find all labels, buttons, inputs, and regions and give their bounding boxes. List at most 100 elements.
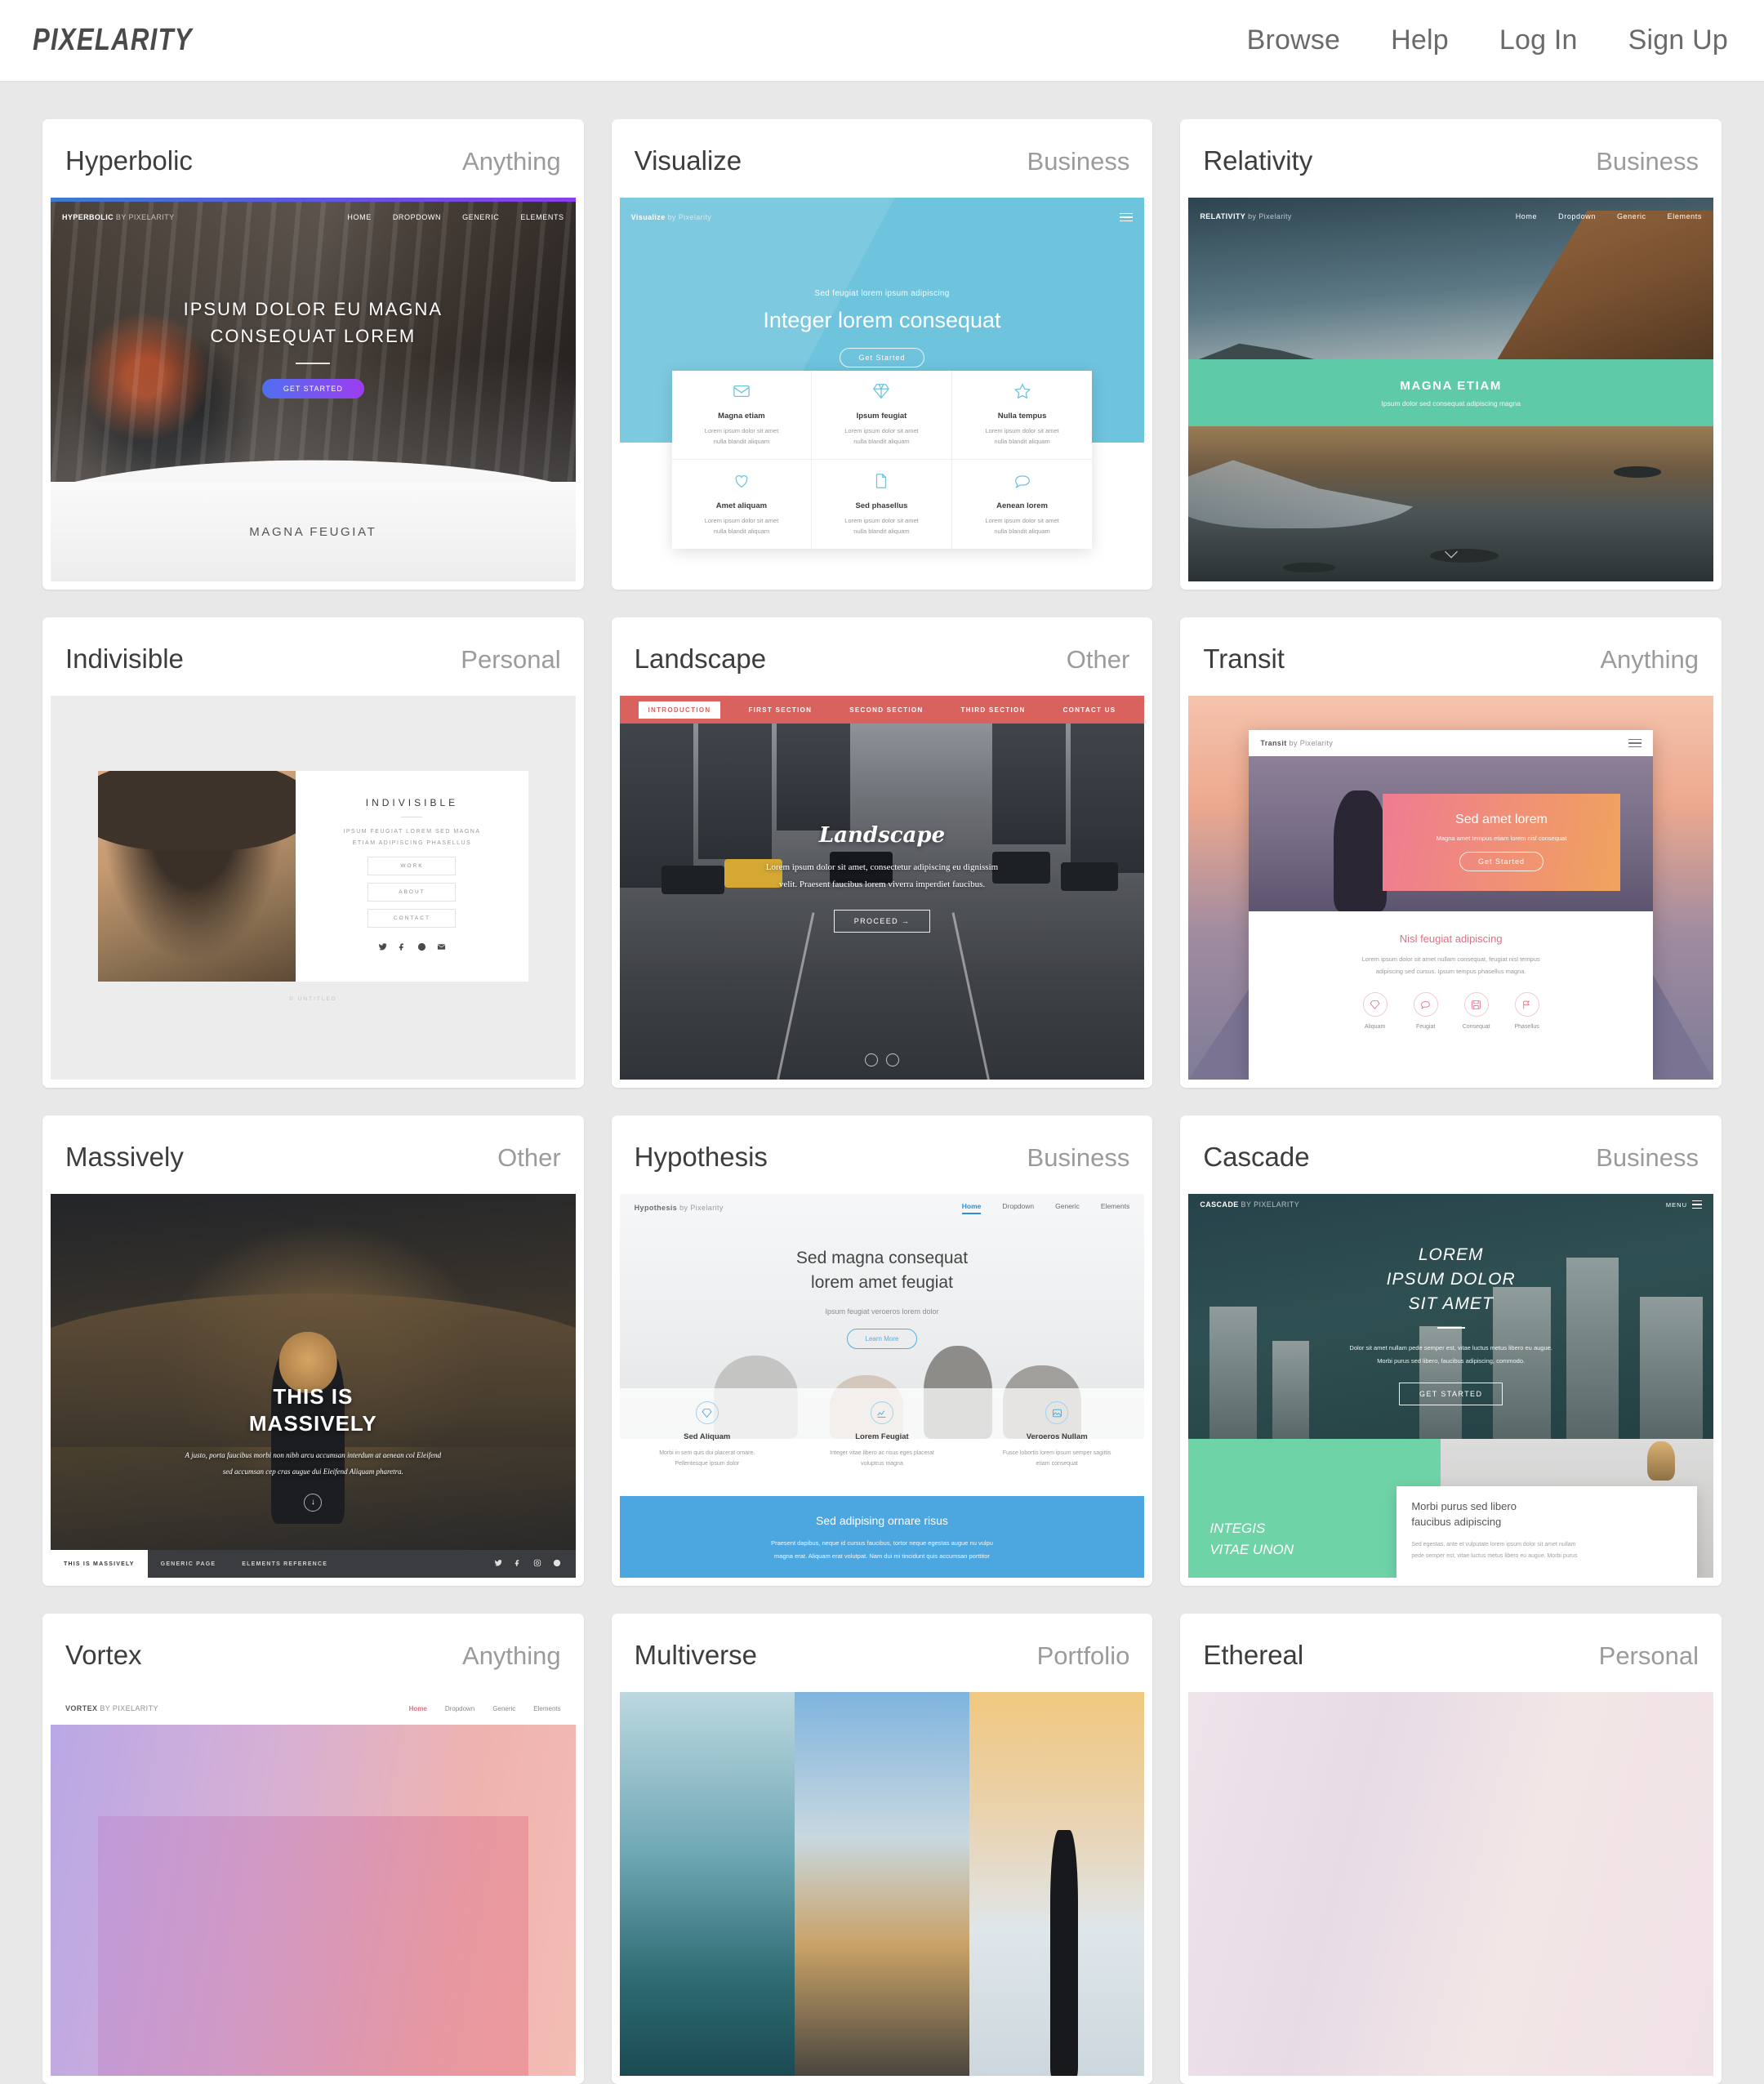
facebook-icon	[514, 1556, 522, 1571]
twitter-icon	[378, 941, 387, 955]
card-title: Hypothesis	[634, 1142, 768, 1172]
feature-title: Sed phasellus	[855, 501, 908, 510]
chat-icon	[1413, 992, 1438, 1017]
thumb-nav-home: Home	[1515, 212, 1538, 220]
green-line-2: VITAE UNON	[1209, 1541, 1294, 1557]
feature-body: Lorem ipsum dolor sit amet nulla blandit …	[704, 427, 779, 445]
thumb-nav: RELATIVITY by Pixelarity Home Dropdown G…	[1188, 204, 1713, 229]
thumb-nav-home: Home	[408, 1704, 427, 1712]
template-thumbnail-cascade[interactable]: CASCADE BY PIXELARITY MENU LOREM IPSUM D…	[1188, 1194, 1713, 1578]
template-card-cascade[interactable]: Cascade Business CASCADE BY PIXELARITY M…	[1180, 1115, 1722, 1586]
template-card-hyperbolic[interactable]: Hyperbolic Anything HYPERBOLIC BY PIXELA…	[42, 119, 584, 590]
feature-body: Lorem ipsum dolor sit amet nulla blandit …	[985, 427, 1059, 445]
image-icon	[1045, 1401, 1069, 1424]
template-card-transit[interactable]: Transit Anything Transit by Pixelarity S…	[1180, 617, 1722, 1088]
nav-log-in[interactable]: Log In	[1499, 24, 1578, 56]
template-card-vortex[interactable]: Vortex Anything VORTEX BY PIXELARITY Hom…	[42, 1614, 584, 2084]
template-thumbnail-relativity[interactable]: RELATIVITY by Pixelarity Home Dropdown G…	[1188, 198, 1713, 581]
nav-sign-up[interactable]: Sign Up	[1628, 24, 1728, 56]
teal-band: MAGNA ETIAM Ipsum dolor sed consequat ad…	[1188, 359, 1713, 426]
section-body: Lorem ipsum dolor sit amet nullam conseq…	[1361, 955, 1540, 975]
thumb-nav-dropdown: Dropdown	[1002, 1201, 1035, 1210]
thumb-nav-home: HOME	[347, 213, 372, 221]
template-thumbnail-hyperbolic[interactable]: HYPERBOLIC BY PIXELARITY HOME DROPDOWN G…	[51, 198, 576, 581]
nav-browse[interactable]: Browse	[1247, 24, 1341, 56]
thumb-brand: CASCADE BY PIXELARITY	[1200, 1200, 1300, 1209]
card-body: Sed egestas, ante et vulputate lorem ips…	[1411, 1542, 1578, 1560]
thumb-nav-links: HOME DROPDOWN GENERIC ELEMENTS	[347, 213, 564, 221]
thumb-nav-first-section: FIRST SECTION	[748, 706, 813, 714]
step-label: Aliquam	[1365, 1024, 1386, 1030]
template-card-multiverse[interactable]: Multiverse Portfolio	[611, 1614, 1153, 2084]
hero-body: A justo, porta faucibus morbi non nibh a…	[185, 1451, 442, 1476]
feature-title: Sed Aliquam	[684, 1432, 731, 1441]
card-title: Hyperbolic	[65, 145, 193, 176]
card-title: Visualize	[634, 145, 742, 176]
template-card-massively[interactable]: Massively Other THIS IS MASSIVELY A just…	[42, 1115, 584, 1586]
main-nav: Browse Help Log In Sign Up	[1247, 24, 1728, 56]
template-card-ethereal[interactable]: Ethereal Personal	[1180, 1614, 1722, 2084]
feature-title: Magna etiam	[718, 412, 765, 421]
step-label: Phasellus	[1514, 1024, 1539, 1030]
template-thumbnail-indivisible[interactable]: INDIVISIBLE IPSUM FEUGIAT LOREM SED MAGN…	[51, 696, 576, 1080]
card-category: Business	[1027, 147, 1130, 176]
card-title: Massively	[65, 1142, 184, 1172]
card-header: Ethereal Personal	[1180, 1614, 1722, 1692]
card-header: Transit Anything	[1180, 617, 1722, 696]
mountain-shape	[1489, 210, 1713, 359]
gallery-photo	[619, 1692, 795, 2076]
thumb-nav-links: Home Dropdown Generic Elements	[1516, 212, 1702, 220]
hero-line-1: IPSUM DOLOR EU MAGNA	[183, 299, 443, 319]
hero-line-2: MASSIVELY	[248, 1410, 377, 1436]
template-card-landscape[interactable]: Landscape Other INTRODUCTION FIRST SECTI…	[611, 617, 1153, 1088]
feature-grid: Magna etiam Lorem ipsum dolor sit amet nu…	[671, 371, 1093, 549]
footer-tabs: THIS IS MASSIVELY GENERIC PAGE ELEMENTS …	[51, 1550, 341, 1578]
template-grid: Hyperbolic Anything HYPERBOLIC BY PIXELA…	[0, 82, 1764, 2084]
hero-line-2: CONSEQUAT LOREM	[210, 326, 416, 346]
card-category: Other	[497, 1143, 561, 1172]
contact-button: CONTACT	[368, 909, 457, 928]
template-thumbnail-multiverse[interactable]	[619, 1692, 1145, 2076]
thumb-nav-contact-us: CONTACT US	[1062, 706, 1116, 714]
template-thumbnail-ethereal[interactable]	[1188, 1692, 1713, 2076]
step-item: Phasellus	[1488, 992, 1552, 1030]
hero-body: Lorem ipsum dolor sit amet, consectetur …	[765, 862, 999, 889]
card-category: Personal	[461, 645, 561, 674]
thumb-brand: Transit by Pixelarity	[1260, 739, 1334, 747]
card-title: Relativity	[1203, 145, 1313, 176]
card-header: Hyperbolic Anything	[42, 119, 584, 198]
hero-rule	[296, 363, 331, 364]
template-card-visualize[interactable]: Visualize Business Visualize by Pixelari…	[611, 119, 1153, 590]
template-thumbnail-transit[interactable]: Transit by Pixelarity Sed amet lorem Mag…	[1188, 696, 1713, 1080]
thumb-nav: VORTEX BY PIXELARITY Home Dropdown Gener…	[51, 1692, 576, 1725]
thumb-brand: VORTEX BY PIXELARITY	[65, 1704, 158, 1712]
pixelarity-logo[interactable]: PIXELARITY	[33, 23, 193, 58]
template-thumbnail-massively[interactable]: THIS IS MASSIVELY A justo, porta faucibu…	[51, 1194, 576, 1578]
template-card-indivisible[interactable]: Indivisible Personal INDIVISIBLE IPSUM F…	[42, 617, 584, 1088]
work-button: WORK	[368, 857, 457, 875]
template-thumbnail-vortex[interactable]: VORTEX BY PIXELARITY Home Dropdown Gener…	[51, 1692, 576, 2076]
card-title: Multiverse	[634, 1640, 758, 1670]
overlay-panel	[97, 1815, 528, 2076]
diamond-icon	[1362, 992, 1388, 1017]
feature-item: Veroeros Nullam Fusce lobortis lorem ips…	[969, 1388, 1144, 1496]
feature-cell: Nulla tempus Lorem ipsum dolor sit amet n…	[951, 371, 1093, 460]
card-header: Multiverse Portfolio	[612, 1614, 1153, 1692]
template-thumbnail-landscape[interactable]: INTRODUCTION FIRST SECTION SECOND SECTIO…	[619, 696, 1145, 1080]
text-panel: INDIVISIBLE IPSUM FEUGIAT LOREM SED MAGN…	[296, 771, 528, 982]
template-card-relativity[interactable]: Relativity Business RELATIVITY by Pixela…	[1180, 119, 1722, 590]
feature-title: Veroeros Nullam	[1026, 1432, 1088, 1441]
template-thumbnail-hypothesis[interactable]: Hypothesis by Pixelarity Home Dropdown G…	[619, 1194, 1145, 1578]
thumb-nav-generic: GENERIC	[462, 213, 500, 221]
hamburger-icon	[1628, 737, 1642, 750]
thumb-nav-generic: Generic	[492, 1704, 516, 1712]
hero-rule	[1437, 1327, 1465, 1329]
gallery-photo	[794, 1692, 970, 2076]
nav-help[interactable]: Help	[1391, 24, 1449, 56]
hero-script-title: Landscape	[818, 823, 946, 848]
about-button: ABOUT	[368, 883, 457, 902]
template-card-hypothesis[interactable]: Hypothesis Business Hypothesis by Pixela…	[611, 1115, 1153, 1586]
template-thumbnail-visualize[interactable]: Visualize by Pixelarity Sed feugiat lore…	[619, 198, 1145, 581]
footer-tab-elements-reference: ELEMENTS REFERENCE	[242, 1561, 328, 1567]
island-shape	[1199, 343, 1315, 359]
